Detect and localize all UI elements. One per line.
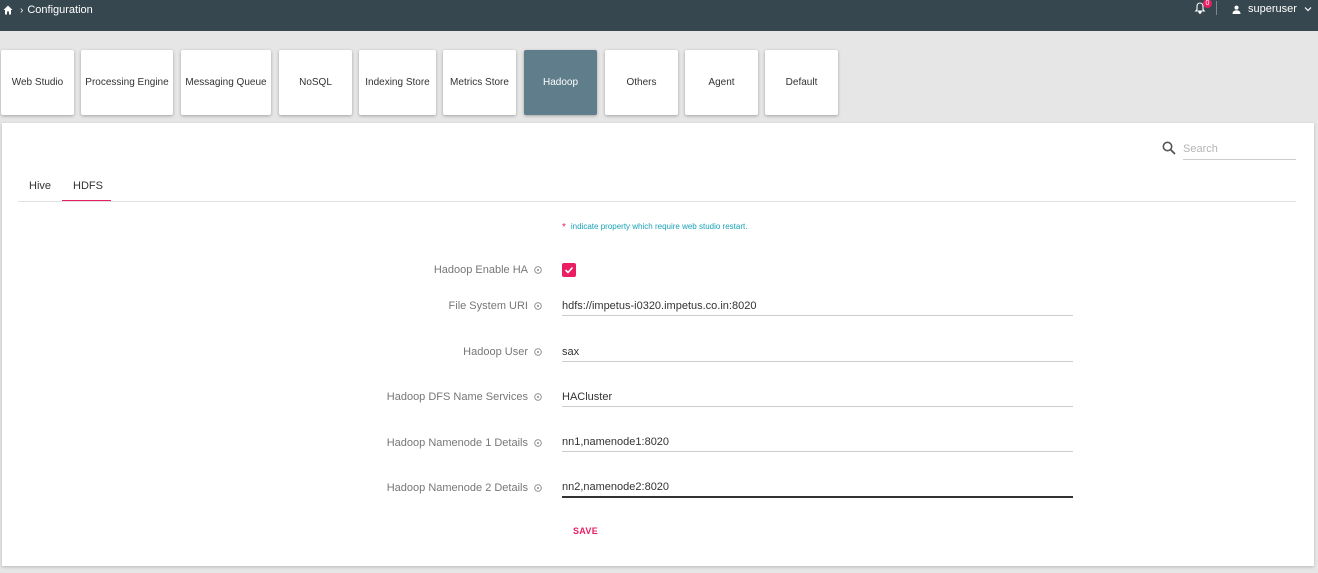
breadcrumb-separator: › [20,4,24,16]
restart-note-text: indicate property which require web stud… [570,222,748,231]
dfs-name-services-field[interactable] [562,387,1073,407]
check-icon [564,266,574,274]
dfs-name-services-label-text: Hadoop DFS Name Services [386,391,528,403]
info-icon[interactable] [534,439,542,447]
info-icon[interactable] [534,484,542,492]
hadoop-user-label-text: Hadoop User [463,346,528,358]
tab-hive[interactable]: Hive [29,176,53,202]
namenode1-label: Hadoop Namenode 1 Details [387,437,542,449]
category-hadoop[interactable]: Hadoop [524,50,597,115]
category-others[interactable]: Others [605,50,678,115]
info-icon[interactable] [534,266,542,274]
user-icon [1232,5,1241,14]
enable-ha-checkbox[interactable] [562,263,576,277]
tab-hdfs[interactable]: HDFS [62,176,111,202]
namenode2-field[interactable] [562,478,1073,498]
namenode1-field[interactable] [562,432,1073,452]
category-agent[interactable]: Agent [685,50,758,115]
restart-note: * indicate property which require web stu… [562,222,747,233]
hadoop-user-field[interactable] [562,342,1073,362]
category-default[interactable]: Default [765,50,838,115]
info-icon[interactable] [534,393,542,401]
category-indexing-store[interactable]: Indexing Store [359,50,436,115]
breadcrumb-current: Configuration [27,4,93,16]
chevron-down-icon [1304,7,1312,12]
required-star: * [562,222,566,233]
file-system-uri-label-text: File System URI [448,300,528,312]
hadoop-user-label: Hadoop User [463,346,542,358]
namenode2-label: Hadoop Namenode 2 Details [387,482,542,494]
notification-badge: 0 [1203,0,1212,8]
user-menu[interactable]: superuser [1232,2,1312,16]
enable-ha-label: Hadoop Enable HA [434,264,542,276]
search-input[interactable] [1183,138,1296,160]
namenode2-label-text: Hadoop Namenode 2 Details [386,482,528,494]
file-system-uri-field[interactable] [562,296,1073,316]
save-button[interactable]: SAVE [573,526,598,536]
namenode1-label-text: Hadoop Namenode 1 Details [386,437,528,449]
header-divider [1216,1,1217,15]
category-nosql[interactable]: NoSQL [279,50,352,115]
category-web-studio[interactable]: Web Studio [1,50,74,115]
tabs-divider [18,201,1296,202]
category-processing-engine[interactable]: Processing Engine [81,50,173,115]
breadcrumb: › Configuration [3,3,93,17]
enable-ha-label-text: Hadoop Enable HA [433,264,528,276]
username: superuser [1248,3,1297,15]
top-bar: › Configuration 0 superuser [0,0,1318,31]
search-icon[interactable] [1162,141,1176,155]
category-messaging-queue[interactable]: Messaging Queue [181,50,271,115]
file-system-uri-label: File System URI [449,300,542,312]
category-metrics-store[interactable]: Metrics Store [443,50,516,115]
info-icon[interactable] [534,348,542,356]
home-icon[interactable] [3,5,13,15]
dfs-name-services-label: Hadoop DFS Name Services [387,391,542,403]
info-icon[interactable] [534,302,542,310]
